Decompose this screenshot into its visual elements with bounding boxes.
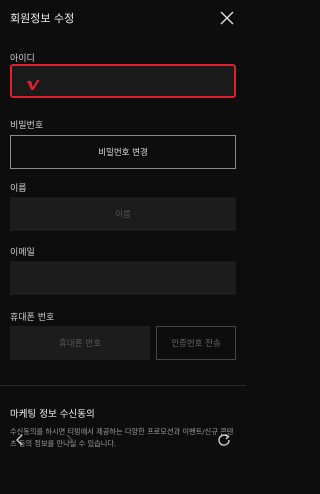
id-label: 아이디 xyxy=(10,54,35,64)
phone-placeholder: 휴대폰 번호 xyxy=(59,339,101,349)
header: 회원정보 수정 xyxy=(0,0,246,38)
id-field[interactable] xyxy=(10,64,236,98)
tving-logo-icon xyxy=(26,76,40,90)
reload-icon[interactable] xyxy=(216,432,232,448)
name-field[interactable]: 이름 xyxy=(10,197,236,231)
phone-field[interactable]: 휴대폰 번호 xyxy=(10,326,150,360)
name-label: 이름 xyxy=(10,184,27,194)
email-label: 이메일 xyxy=(10,248,35,258)
phone-label: 휴대폰 번호 xyxy=(10,313,55,323)
email-field[interactable] xyxy=(10,261,236,295)
password-label: 비밀번호 xyxy=(10,121,44,131)
forward-icon[interactable] xyxy=(61,432,77,448)
marketing-title: 마케팅 정보 수신동의 xyxy=(10,409,95,420)
password-change-button[interactable]: 비밀번호 변경 xyxy=(10,135,236,169)
close-icon[interactable] xyxy=(218,9,236,27)
send-verification-button[interactable]: 인증번호 전송 xyxy=(156,326,236,360)
divider xyxy=(0,385,246,386)
page-title: 회원정보 수정 xyxy=(10,12,75,25)
browser-nav-bar xyxy=(0,426,246,494)
name-placeholder: 이름 xyxy=(115,210,131,220)
back-icon[interactable] xyxy=(12,432,28,448)
